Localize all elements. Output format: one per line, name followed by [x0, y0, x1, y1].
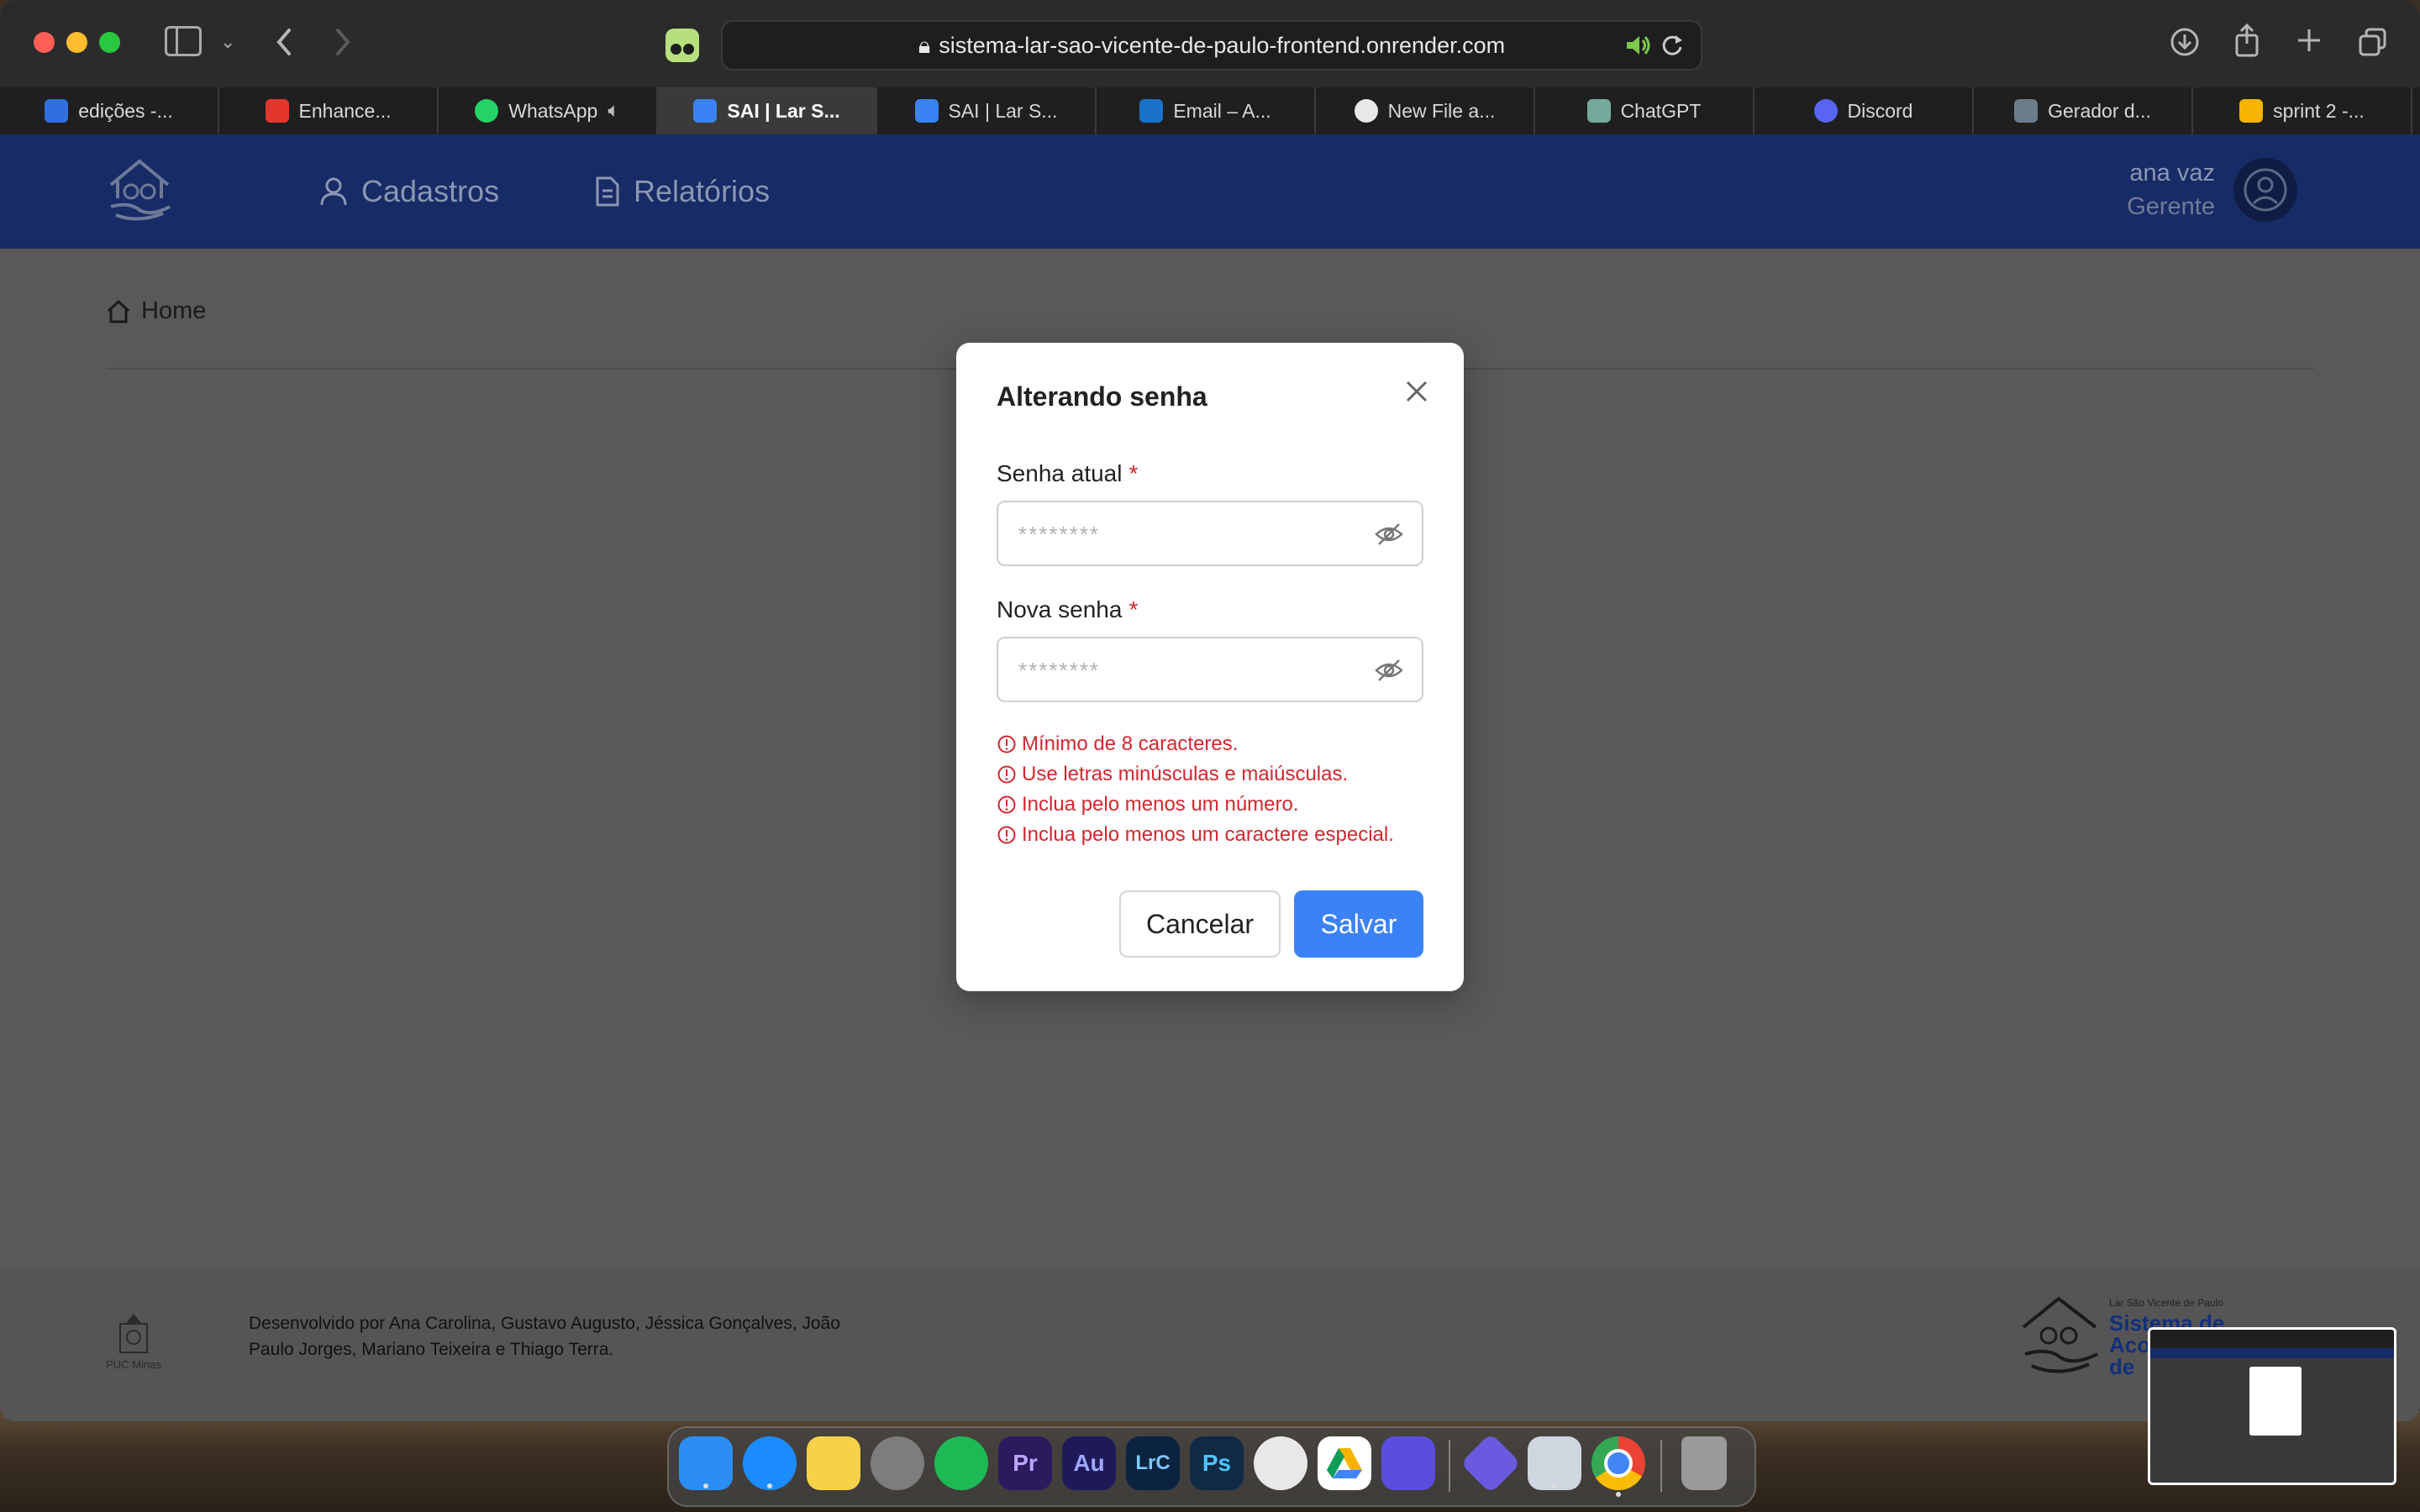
tab-adobe[interactable]: Enhance... [219, 87, 439, 134]
save-button[interactable]: Salvar [1294, 890, 1423, 958]
finder-icon[interactable] [679, 1436, 733, 1490]
safari-icon[interactable] [743, 1436, 797, 1490]
dock-separator [1660, 1440, 1662, 1492]
password-rule: Mínimo de 8 caracteres. [997, 729, 1450, 759]
reload-icon[interactable] [1660, 34, 1684, 57]
chrome-icon[interactable] [1591, 1436, 1645, 1497]
current-password-label: Senha atual * [997, 460, 1139, 486]
adobe-icon [265, 99, 289, 123]
downloads-icon[interactable] [2170, 27, 2200, 57]
eye-off-icon[interactable] [1375, 657, 1403, 684]
sai-icon [693, 99, 718, 123]
password-rule: Use letras minúsculas e maiúsculas. [997, 759, 1450, 790]
google-drive-icon[interactable] [1318, 1436, 1371, 1490]
tab-whatsapp[interactable]: WhatsApp 🔈︎ [439, 87, 658, 134]
back-arrow-icon[interactable] [274, 27, 294, 57]
address-bar[interactable]: 🔒︎ sistema-lar-sao-vicente-de-paulo-front… [721, 20, 1702, 71]
trash-icon[interactable] [1681, 1436, 1727, 1490]
close-window-button[interactable] [34, 32, 55, 53]
sai-icon [914, 99, 939, 123]
share-icon[interactable] [2233, 24, 2260, 57]
required-mark: * [1128, 460, 1139, 486]
tab-overview-icon[interactable] [2358, 27, 2388, 57]
forward-arrow-icon[interactable] [333, 27, 353, 57]
cancel-button[interactable]: Cancelar [1119, 890, 1281, 958]
whatsapp-icon [475, 99, 499, 123]
url-text: 🔒︎ sistema-lar-sao-vicente-de-paulo-front… [918, 33, 1506, 58]
tab-trello[interactable]: edições -... [0, 87, 219, 134]
settings-gear-icon[interactable] [871, 1436, 924, 1490]
minimize-window-button[interactable] [66, 32, 87, 53]
new-password-label: Nova senha * [997, 596, 1139, 622]
tab-sprint[interactable]: sprint 2 -... [2193, 87, 2412, 134]
lightroom-classic-icon[interactable]: LrC [1126, 1436, 1180, 1490]
audio-playing-icon[interactable] [1625, 34, 1652, 57]
modal-title: Alterando senha [997, 381, 1207, 412]
audition-icon[interactable]: Au [1062, 1436, 1116, 1490]
discord-icon [1813, 99, 1838, 123]
tab-audio-icon[interactable]: 🔈︎ [608, 99, 619, 123]
drive-triangle-icon [1327, 1448, 1362, 1478]
new-password-input[interactable] [1017, 638, 1356, 702]
new-password-field[interactable] [997, 637, 1423, 702]
browser-toolbar: ⌄ 🔒︎ sistema-lar-sao-vicente-de-paulo-fro… [0, 0, 2420, 87]
alert-circle-icon [997, 735, 1016, 753]
extension-icon[interactable] [666, 29, 699, 62]
google-drive-icon [2239, 99, 2264, 123]
generator-icon [2014, 99, 2039, 123]
spotify-icon[interactable] [934, 1436, 988, 1490]
lock-icon: 🔒︎ [918, 33, 931, 58]
tab-discord[interactable]: Discord [1754, 87, 1974, 134]
notes-icon[interactable] [807, 1436, 860, 1490]
tab-email[interactable]: Email – A... [1097, 87, 1316, 134]
infuse-icon[interactable] [1460, 1432, 1522, 1494]
required-mark: * [1128, 596, 1139, 622]
proxyman-icon[interactable] [1381, 1436, 1435, 1490]
thumbnail-modal [2249, 1367, 2302, 1436]
trello-icon [45, 99, 69, 123]
password-rule: Inclua pelo menos um número. [997, 790, 1450, 820]
screenshot-thumbnail[interactable] [2148, 1327, 2396, 1485]
tab-sai[interactable]: SAI | Lar S... [877, 87, 1097, 134]
eye-off-icon[interactable] [1375, 521, 1403, 548]
alert-circle-icon [997, 826, 1016, 844]
password-rules: Mínimo de 8 caracteres. Use letras minús… [997, 729, 1450, 850]
browser-window: ⌄ 🔒︎ sistema-lar-sao-vicente-de-paulo-fro… [0, 0, 2420, 1421]
current-password-field[interactable] [997, 501, 1423, 566]
alert-circle-icon [997, 795, 1016, 814]
dock: Pr Au LrC Ps [667, 1426, 1756, 1507]
tab-github[interactable]: New File a... [1316, 87, 1535, 134]
dock-separator [1449, 1440, 1450, 1492]
premiere-icon[interactable]: Pr [998, 1436, 1052, 1490]
preview-icon[interactable] [1528, 1436, 1581, 1490]
tab-bar: edições -... Enhance... WhatsApp 🔈︎ SAI … [0, 87, 2420, 134]
tab-sai-active[interactable]: SAI | Lar S... [658, 87, 877, 134]
chevron-down-icon[interactable]: ⌄ [220, 25, 235, 59]
alert-circle-icon [997, 765, 1016, 784]
zoom-window-button[interactable] [99, 32, 120, 53]
current-password-input[interactable] [1017, 502, 1356, 566]
outlook-icon [1139, 99, 1164, 123]
change-password-modal: Alterando senha Senha atual * Nova senha * [956, 343, 1464, 991]
tab-gerador[interactable]: Gerador d... [1974, 87, 2193, 134]
new-tab-icon[interactable] [2296, 27, 2323, 54]
sidebar-toggle-icon[interactable] [165, 26, 202, 56]
close-icon[interactable] [1403, 378, 1430, 405]
github-icon [1354, 99, 1378, 123]
davinci-icon[interactable] [1254, 1436, 1307, 1490]
password-rule: Inclua pelo menos um caractere especial. [997, 820, 1450, 850]
chatgpt-icon [1586, 99, 1611, 123]
photoshop-icon[interactable]: Ps [1190, 1436, 1244, 1490]
chrome-center [1604, 1449, 1633, 1478]
tab-chatgpt[interactable]: ChatGPT [1535, 87, 1754, 134]
